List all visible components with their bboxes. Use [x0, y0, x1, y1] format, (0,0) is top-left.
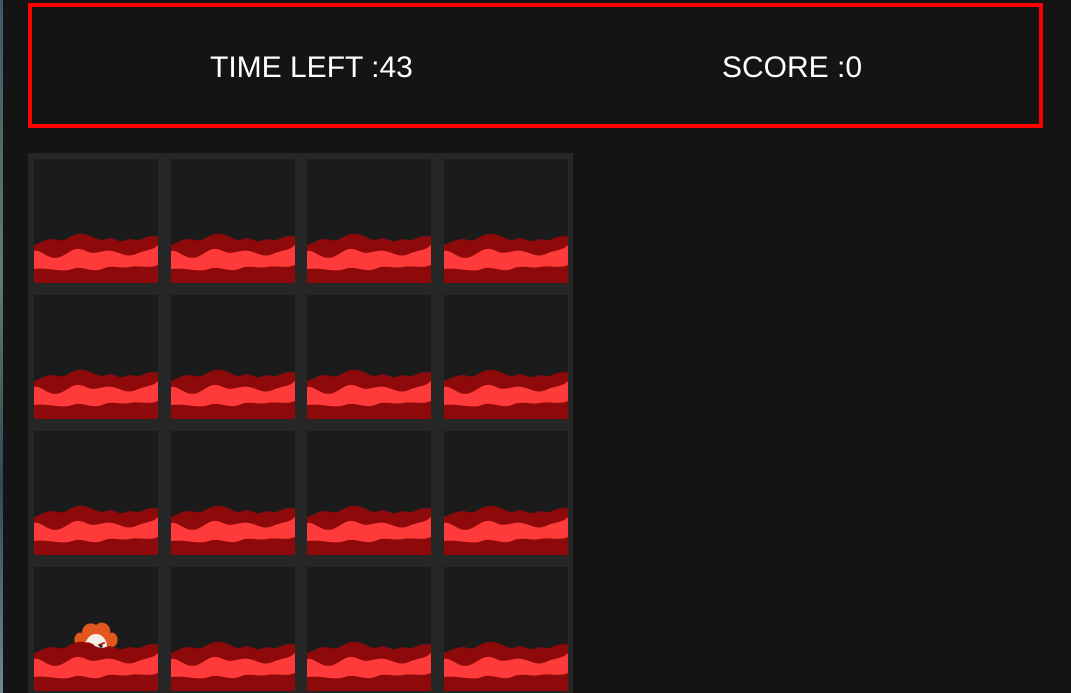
hole-r2-c4[interactable]	[443, 295, 568, 419]
game-board	[28, 153, 573, 693]
lava-icon	[170, 505, 295, 555]
lava-icon	[170, 369, 295, 419]
hole-r3-c2[interactable]	[170, 431, 295, 555]
hole-r3-c4[interactable]	[443, 431, 568, 555]
background-edge	[0, 0, 3, 693]
lava-icon	[34, 641, 158, 691]
lava-icon	[443, 233, 568, 283]
hole-r1-c4[interactable]	[443, 159, 568, 283]
lava-icon	[307, 369, 431, 419]
hole-r4-c1[interactable]	[34, 567, 158, 691]
hole-grid	[34, 159, 568, 691]
lava-icon	[307, 233, 431, 283]
hole-r4-c3[interactable]	[307, 567, 431, 691]
lava-icon	[34, 505, 158, 555]
score-label: SCORE :0	[722, 51, 863, 84]
time-left-label: TIME LEFT :43	[210, 51, 413, 84]
hole-r4-c4[interactable]	[443, 567, 568, 691]
hole-r4-c2[interactable]	[170, 567, 295, 691]
hole-r2-c2[interactable]	[170, 295, 295, 419]
hole-r2-c3[interactable]	[307, 295, 431, 419]
hud-panel: TIME LEFT :43 SCORE :0	[28, 3, 1043, 128]
lava-icon	[170, 233, 295, 283]
hole-r3-c1[interactable]	[34, 431, 158, 555]
hole-r1-c2[interactable]	[170, 159, 295, 283]
hole-r1-c3[interactable]	[307, 159, 431, 283]
lava-icon	[307, 641, 431, 691]
lava-icon	[307, 505, 431, 555]
hole-r2-c1[interactable]	[34, 295, 158, 419]
hole-r1-c1[interactable]	[34, 159, 158, 283]
lava-icon	[170, 641, 295, 691]
lava-icon	[443, 369, 568, 419]
lava-icon	[34, 369, 158, 419]
lava-icon	[443, 641, 568, 691]
hole-r3-c3[interactable]	[307, 431, 431, 555]
lava-icon	[34, 233, 158, 283]
lava-icon	[443, 505, 568, 555]
